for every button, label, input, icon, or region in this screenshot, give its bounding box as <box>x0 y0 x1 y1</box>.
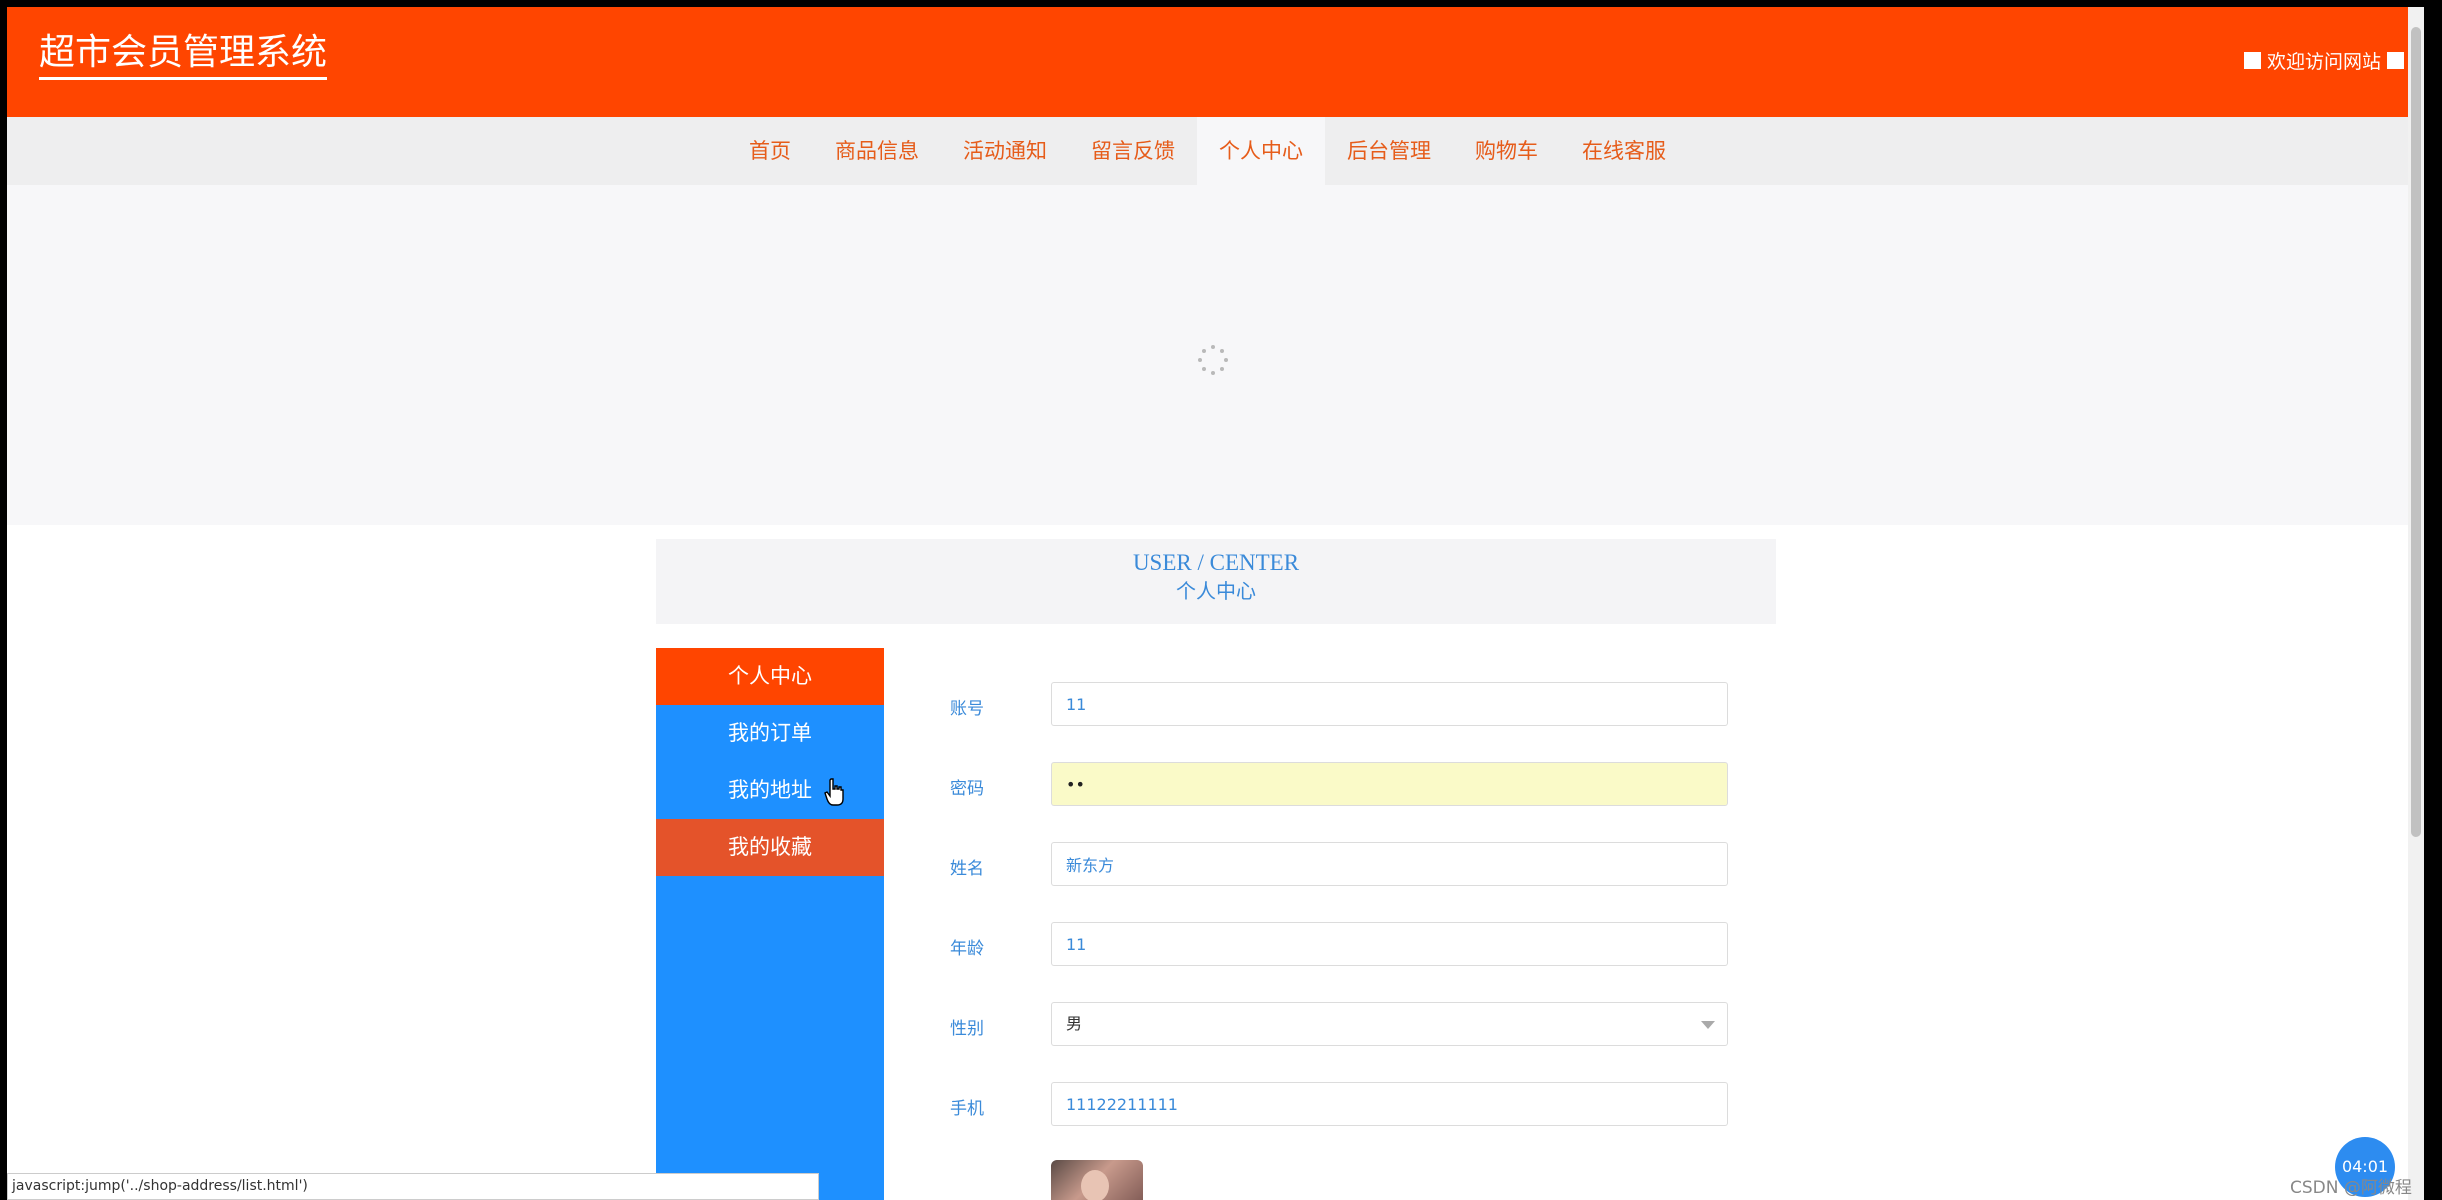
avatar-face <box>1081 1170 1109 1200</box>
password-row: 密码 <box>950 762 1750 808</box>
csdn-watermark: CSDN @阿微程序 <box>2290 1178 2412 1198</box>
section-title-en: USER / CENTER <box>1132 550 1300 575</box>
name-input[interactable] <box>1051 842 1728 886</box>
loading-spinner-icon <box>1198 345 1228 375</box>
welcome-area: 欢迎访问网站 <box>2243 47 2404 74</box>
square-icon <box>2387 52 2404 69</box>
phone-row: 手机 <box>950 1082 1750 1128</box>
scroll-thumb[interactable] <box>2411 27 2421 837</box>
page-scrollbar[interactable] <box>2408 7 2424 1200</box>
side-item-orders[interactable]: 我的订单 <box>656 705 884 762</box>
age-label: 年龄 <box>950 939 984 959</box>
site-title[interactable]: 超市会员管理系统 <box>39 31 328 80</box>
phone-input[interactable] <box>1051 1082 1728 1126</box>
side-item-address[interactable]: 我的地址 <box>656 762 884 819</box>
gender-label: 性别 <box>950 1019 984 1039</box>
nav-item-support[interactable]: 在线客服 <box>1560 117 1688 185</box>
gender-value: 男 <box>1066 1014 1083 1033</box>
gender-row: 性别 男 <box>950 1002 1750 1048</box>
nav-item-cart[interactable]: 购物车 <box>1453 117 1560 185</box>
phone-label: 手机 <box>950 1099 984 1119</box>
main-nav: 首页 商品信息 活动通知 留言反馈 个人中心 后台管理 购物车 在线客服 <box>7 117 2424 185</box>
age-input[interactable] <box>1051 922 1728 966</box>
side-item-user-center[interactable]: 个人中心 <box>656 648 884 705</box>
nav-item-user-center[interactable]: 个人中心 <box>1197 117 1325 185</box>
password-input[interactable] <box>1051 762 1728 806</box>
section-header: USER / CENTER 个人中心 <box>656 539 1776 624</box>
name-row: 姓名 <box>950 842 1750 888</box>
section-title-cn: 个人中心 <box>1176 579 1256 603</box>
age-row: 年龄 <box>950 922 1750 968</box>
status-bar-url: javascript:jump('../shop-address/list.ht… <box>7 1173 819 1200</box>
nav-item-products[interactable]: 商品信息 <box>813 117 941 185</box>
account-row: 账号 <box>950 682 1750 728</box>
nav-item-events[interactable]: 活动通知 <box>941 117 1069 185</box>
hand-cursor-icon <box>824 778 844 806</box>
side-item-favorites[interactable]: 我的收藏 <box>656 819 884 876</box>
nav-item-feedback[interactable]: 留言反馈 <box>1069 117 1197 185</box>
nav-item-admin[interactable]: 后台管理 <box>1325 117 1453 185</box>
nav-item-home[interactable]: 首页 <box>727 117 813 185</box>
chevron-down-icon <box>1701 1021 1715 1029</box>
browser-page: 超市会员管理系统 欢迎访问网站 首页 商品信息 活动通知 留言反馈 个人中心 后… <box>7 7 2424 1200</box>
avatar[interactable] <box>1051 1160 1143 1200</box>
square-icon <box>2243 52 2261 69</box>
site-header: 超市会员管理系统 欢迎访问网站 <box>7 7 2424 117</box>
side-menu: 个人中心 我的订单 我的地址 我的收藏 <box>656 648 884 1200</box>
name-label: 姓名 <box>950 859 984 879</box>
account-input[interactable] <box>1051 682 1728 726</box>
welcome-text: 欢迎访问网站 <box>2266 51 2381 73</box>
password-label: 密码 <box>950 779 984 799</box>
gender-select[interactable]: 男 <box>1051 1002 1728 1046</box>
account-label: 账号 <box>950 699 984 719</box>
banner-carousel <box>7 185 2424 525</box>
